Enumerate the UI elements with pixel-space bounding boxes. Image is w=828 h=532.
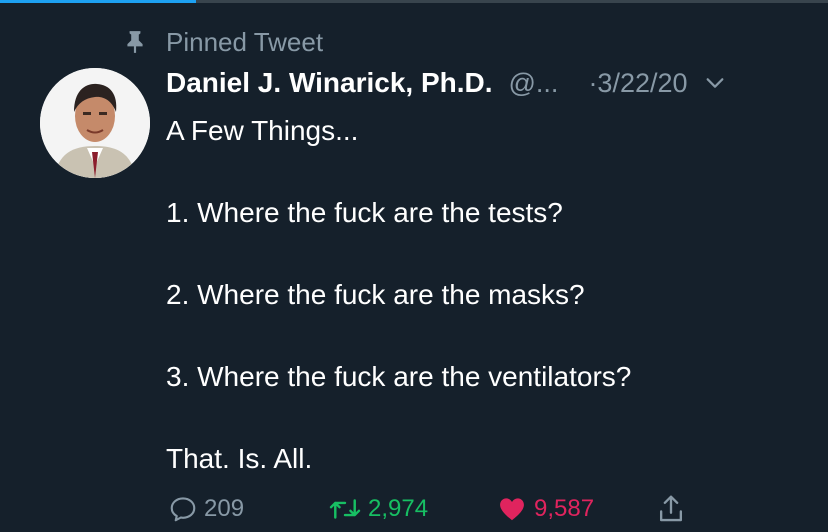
like-count: 9,587 xyxy=(534,495,595,522)
author-name[interactable]: Daniel J. Winarick, Ph.D. xyxy=(166,67,493,99)
tweet-line xyxy=(166,397,806,438)
tweet-header: Daniel J. Winarick, Ph.D. @... ·3/22/20 xyxy=(166,64,726,102)
reply-button[interactable]: 209 xyxy=(168,492,244,526)
reply-icon xyxy=(168,494,198,524)
reply-count: 209 xyxy=(204,495,245,522)
tweet-line: A Few Things... xyxy=(166,115,359,146)
tweet-line: 3. Where the fuck are the ventilators? xyxy=(166,361,632,392)
tweet-date[interactable]: ·3/22/20 xyxy=(588,68,687,99)
retweet-button[interactable]: 2,974 xyxy=(328,492,428,526)
share-icon xyxy=(656,493,686,525)
heart-icon xyxy=(496,494,528,524)
tweet-text: A Few Things... 1. Where the fuck are th… xyxy=(166,110,806,479)
pinned-text: Pinned Tweet xyxy=(166,26,324,57)
pinned-tweet-label: Pinned Tweet xyxy=(122,26,323,58)
retweet-count: 2,974 xyxy=(368,495,429,522)
tweet-line: 1. Where the fuck are the tests? xyxy=(166,197,563,228)
chevron-down-icon[interactable] xyxy=(704,72,726,94)
pin-icon xyxy=(122,29,148,55)
tweet-actions: 209 2,974 9,587 xyxy=(168,492,808,526)
active-tab-indicator xyxy=(0,0,196,3)
top-divider xyxy=(0,0,828,3)
retweet-icon xyxy=(328,494,362,524)
tweet-line: That. Is. All. xyxy=(166,443,313,474)
tweet-line xyxy=(166,233,806,274)
avatar[interactable] xyxy=(40,68,150,178)
share-button[interactable] xyxy=(656,492,686,526)
author-handle[interactable]: @... xyxy=(509,68,559,99)
tweet-line xyxy=(166,315,806,356)
tweet-line: 2. Where the fuck are the masks? xyxy=(166,279,585,310)
like-button[interactable]: 9,587 xyxy=(496,492,594,526)
tweet-line xyxy=(166,151,806,192)
